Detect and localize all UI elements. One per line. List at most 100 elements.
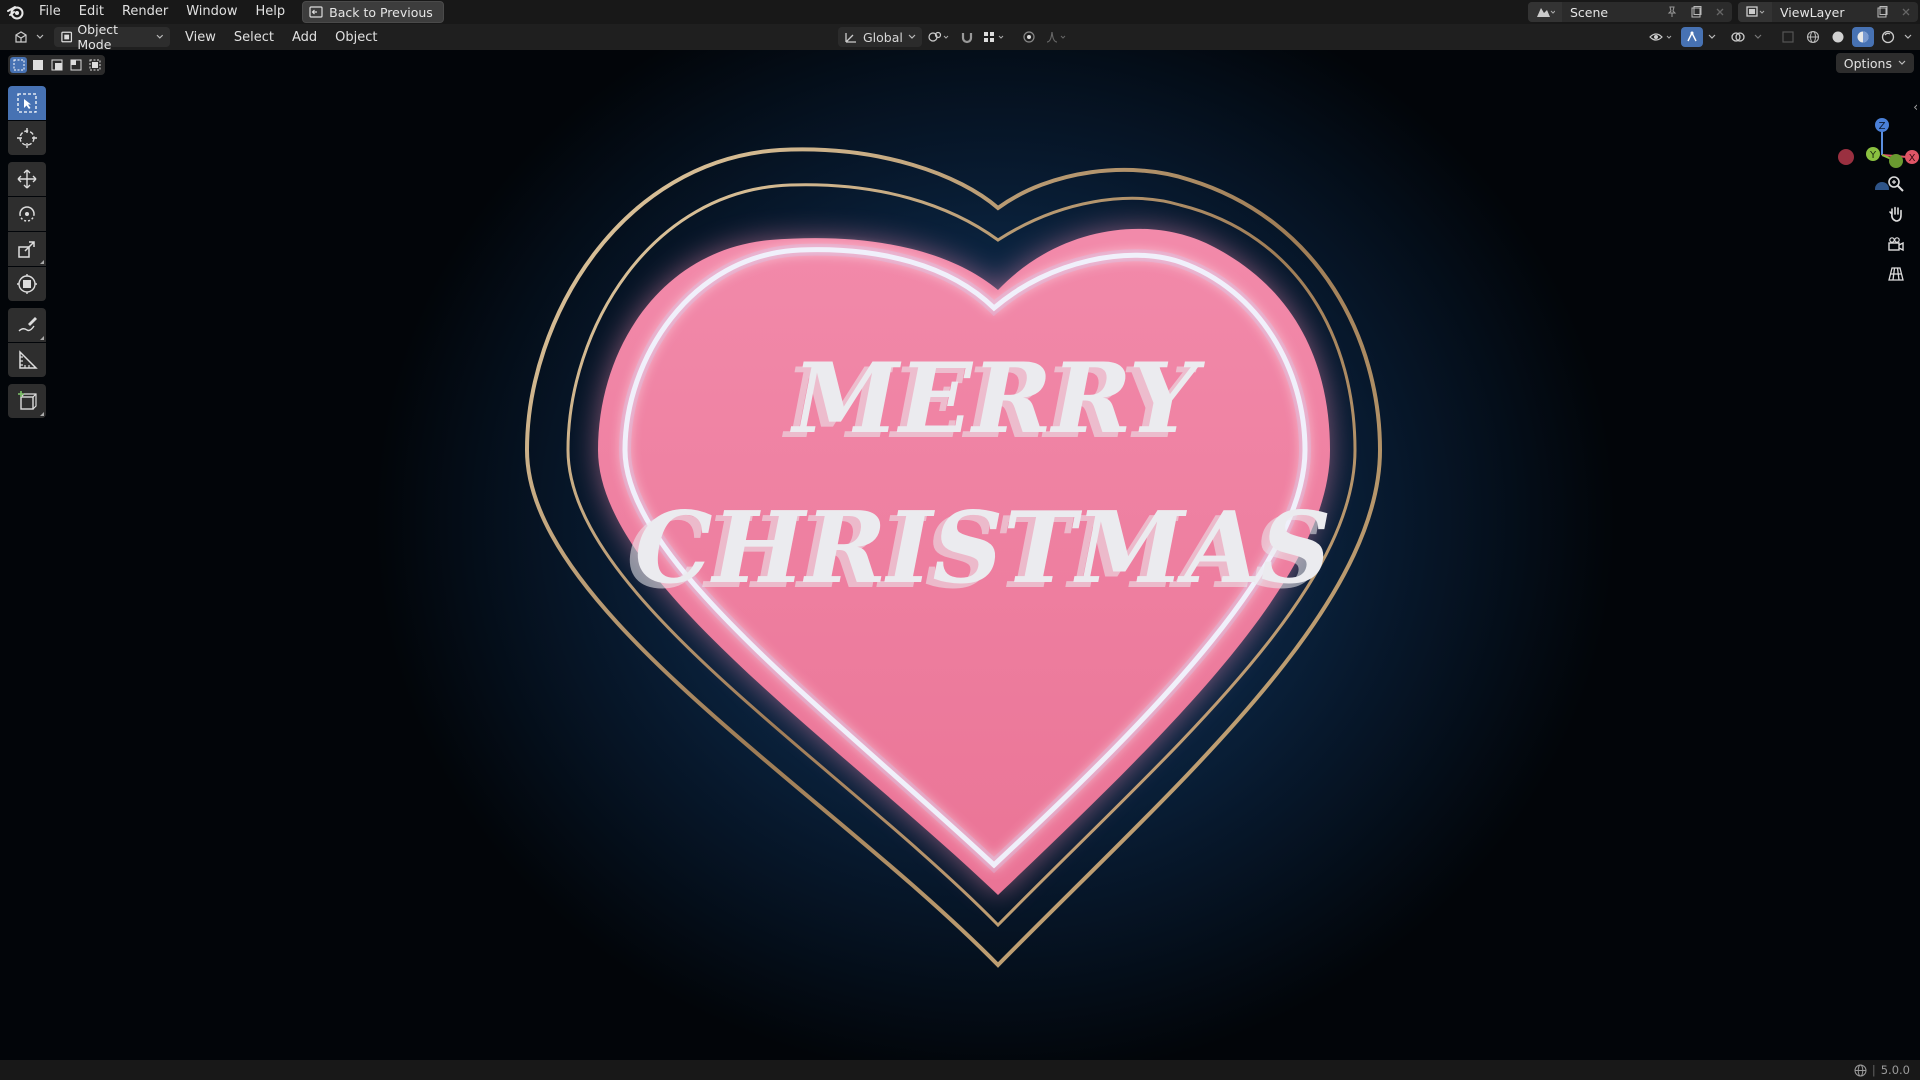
snap-toggle-button[interactable]	[956, 27, 978, 47]
select-box-icon	[17, 93, 37, 113]
status-bar: | 5.0.0	[0, 1060, 1920, 1080]
globe-icon	[1854, 1064, 1867, 1076]
gizmo-neg-x	[1838, 149, 1854, 165]
merry-text: MERRY	[790, 342, 1206, 455]
chevron-down-icon	[1898, 60, 1906, 65]
viewport-display-tools	[1646, 27, 1914, 47]
object-visibility-button[interactable]	[1646, 27, 1678, 47]
tool-annotate[interactable]	[8, 308, 46, 342]
new-scene-icon[interactable]	[1684, 2, 1708, 22]
pivot-point-button[interactable]	[924, 27, 954, 47]
options-dropdown[interactable]: Options	[1835, 53, 1914, 73]
tool-select-box[interactable]	[8, 86, 46, 120]
gizmo-dropdown[interactable]	[1706, 27, 1718, 47]
menu-file[interactable]: File	[30, 0, 70, 24]
overlays-dropdown[interactable]	[1752, 27, 1764, 47]
gizmo-z-label: Z	[1879, 121, 1886, 132]
chevron-down-icon	[908, 34, 916, 39]
navigation-buttons	[1882, 170, 1910, 290]
snap-target-button[interactable]	[980, 27, 1010, 47]
transform-orientation-dropdown[interactable]: Global	[838, 27, 922, 47]
pan-button[interactable]	[1882, 200, 1910, 228]
chevron-down-icon	[1708, 34, 1716, 39]
select-subtract-icon	[51, 59, 62, 71]
view-layer-selector[interactable]: ViewLayer	[1738, 2, 1918, 22]
transform-icon	[17, 274, 37, 294]
camera-icon	[1888, 237, 1904, 252]
select-invert-button[interactable]	[67, 57, 84, 73]
shading-solid-button[interactable]	[1827, 27, 1849, 47]
annotate-pencil-icon	[18, 317, 37, 332]
select-intersect-button[interactable]	[86, 57, 103, 73]
solid-sphere-icon	[1832, 31, 1844, 43]
select-set-button[interactable]	[10, 57, 27, 73]
viewport-header: Object Mode View Select Add Object Globa…	[0, 22, 1920, 52]
menu-view[interactable]: View	[176, 30, 225, 45]
top-menu-bar: File Edit Render Window Help Back to Pre…	[0, 0, 1920, 24]
pivot-point-icon	[928, 31, 949, 42]
gizmo-toggle-button[interactable]	[1681, 27, 1703, 47]
new-view-layer-icon[interactable]	[1870, 2, 1894, 22]
zoom-magnifier-icon	[1888, 176, 1904, 192]
select-extend-button[interactable]	[29, 57, 46, 73]
material-sphere-icon	[1857, 31, 1869, 43]
menu-select[interactable]: Select	[225, 30, 283, 45]
shading-material-button[interactable]	[1852, 27, 1874, 47]
christmas-text: CHRISTMAS	[635, 491, 1332, 606]
view-layer-icon[interactable]	[1738, 2, 1772, 22]
tool-scale[interactable]	[8, 232, 46, 266]
xray-toggle-button[interactable]	[1777, 27, 1799, 47]
object-mode-dropdown[interactable]: Object Mode	[54, 22, 170, 52]
tool-shelf	[8, 86, 46, 419]
gizmo-x-label: X	[1909, 153, 1916, 164]
tool-measure[interactable]	[8, 343, 46, 377]
scene-selector[interactable]: Scene	[1528, 2, 1732, 22]
falloff-button[interactable]	[1042, 27, 1072, 47]
move-arrows-icon	[17, 169, 37, 189]
tool-move[interactable]	[8, 162, 46, 196]
menu-render[interactable]: Render	[113, 0, 177, 24]
measure-ruler-icon	[19, 350, 38, 369]
delete-scene-icon[interactable]	[1708, 2, 1732, 22]
menu-object[interactable]: Object	[326, 30, 386, 45]
scene-name[interactable]: Scene	[1562, 5, 1660, 20]
proportional-editing-icon	[1023, 31, 1035, 43]
zoom-button[interactable]	[1882, 170, 1910, 198]
pin-icon[interactable]	[1660, 2, 1684, 22]
proportional-editing-button[interactable]	[1018, 27, 1040, 47]
scene-icon[interactable]	[1528, 2, 1562, 22]
shading-rendered-button[interactable]	[1877, 27, 1899, 47]
selection-mode-group	[8, 55, 105, 75]
snap-grid-icon	[983, 32, 1004, 42]
version-label: 5.0.0	[1880, 1063, 1910, 1077]
perspective-grid-icon	[1888, 267, 1904, 281]
menu-help[interactable]: Help	[247, 0, 295, 24]
magnet-icon	[961, 33, 972, 44]
rendered-sphere-icon	[1881, 30, 1895, 44]
perspective-toggle-button[interactable]	[1882, 260, 1910, 288]
menu-edit[interactable]: Edit	[70, 0, 113, 24]
workspace-selectors: Scene ViewLayer	[1528, 0, 1920, 24]
camera-view-button[interactable]	[1882, 230, 1910, 258]
tool-add-cube[interactable]	[8, 384, 46, 418]
3d-viewport[interactable]: MERRY CHRISTMAS MERRY CHRISTMAS Options …	[0, 50, 1920, 1060]
select-subtract-button[interactable]	[48, 57, 65, 73]
menu-window[interactable]: Window	[177, 0, 246, 24]
shading-wireframe-button[interactable]	[1802, 27, 1824, 47]
delete-view-layer-icon[interactable]	[1894, 2, 1918, 22]
tool-cursor[interactable]	[8, 121, 46, 155]
tool-rotate[interactable]	[8, 197, 46, 231]
wireframe-sphere-icon	[1806, 30, 1820, 44]
editor-type-selector[interactable]	[8, 27, 50, 47]
rotate-icon	[19, 206, 35, 222]
view-layer-name[interactable]: ViewLayer	[1772, 5, 1870, 20]
overlays-icon	[1731, 32, 1745, 42]
blender-logo-icon[interactable]	[6, 2, 26, 22]
chevron-down-icon	[36, 34, 44, 39]
transform-tools: Global	[838, 27, 1072, 47]
shading-dropdown[interactable]	[1902, 27, 1914, 47]
tool-transform[interactable]	[8, 267, 46, 301]
menu-add[interactable]: Add	[283, 30, 326, 45]
overlays-toggle-button[interactable]	[1727, 27, 1749, 47]
back-to-previous-button[interactable]: Back to Previous	[302, 1, 444, 23]
